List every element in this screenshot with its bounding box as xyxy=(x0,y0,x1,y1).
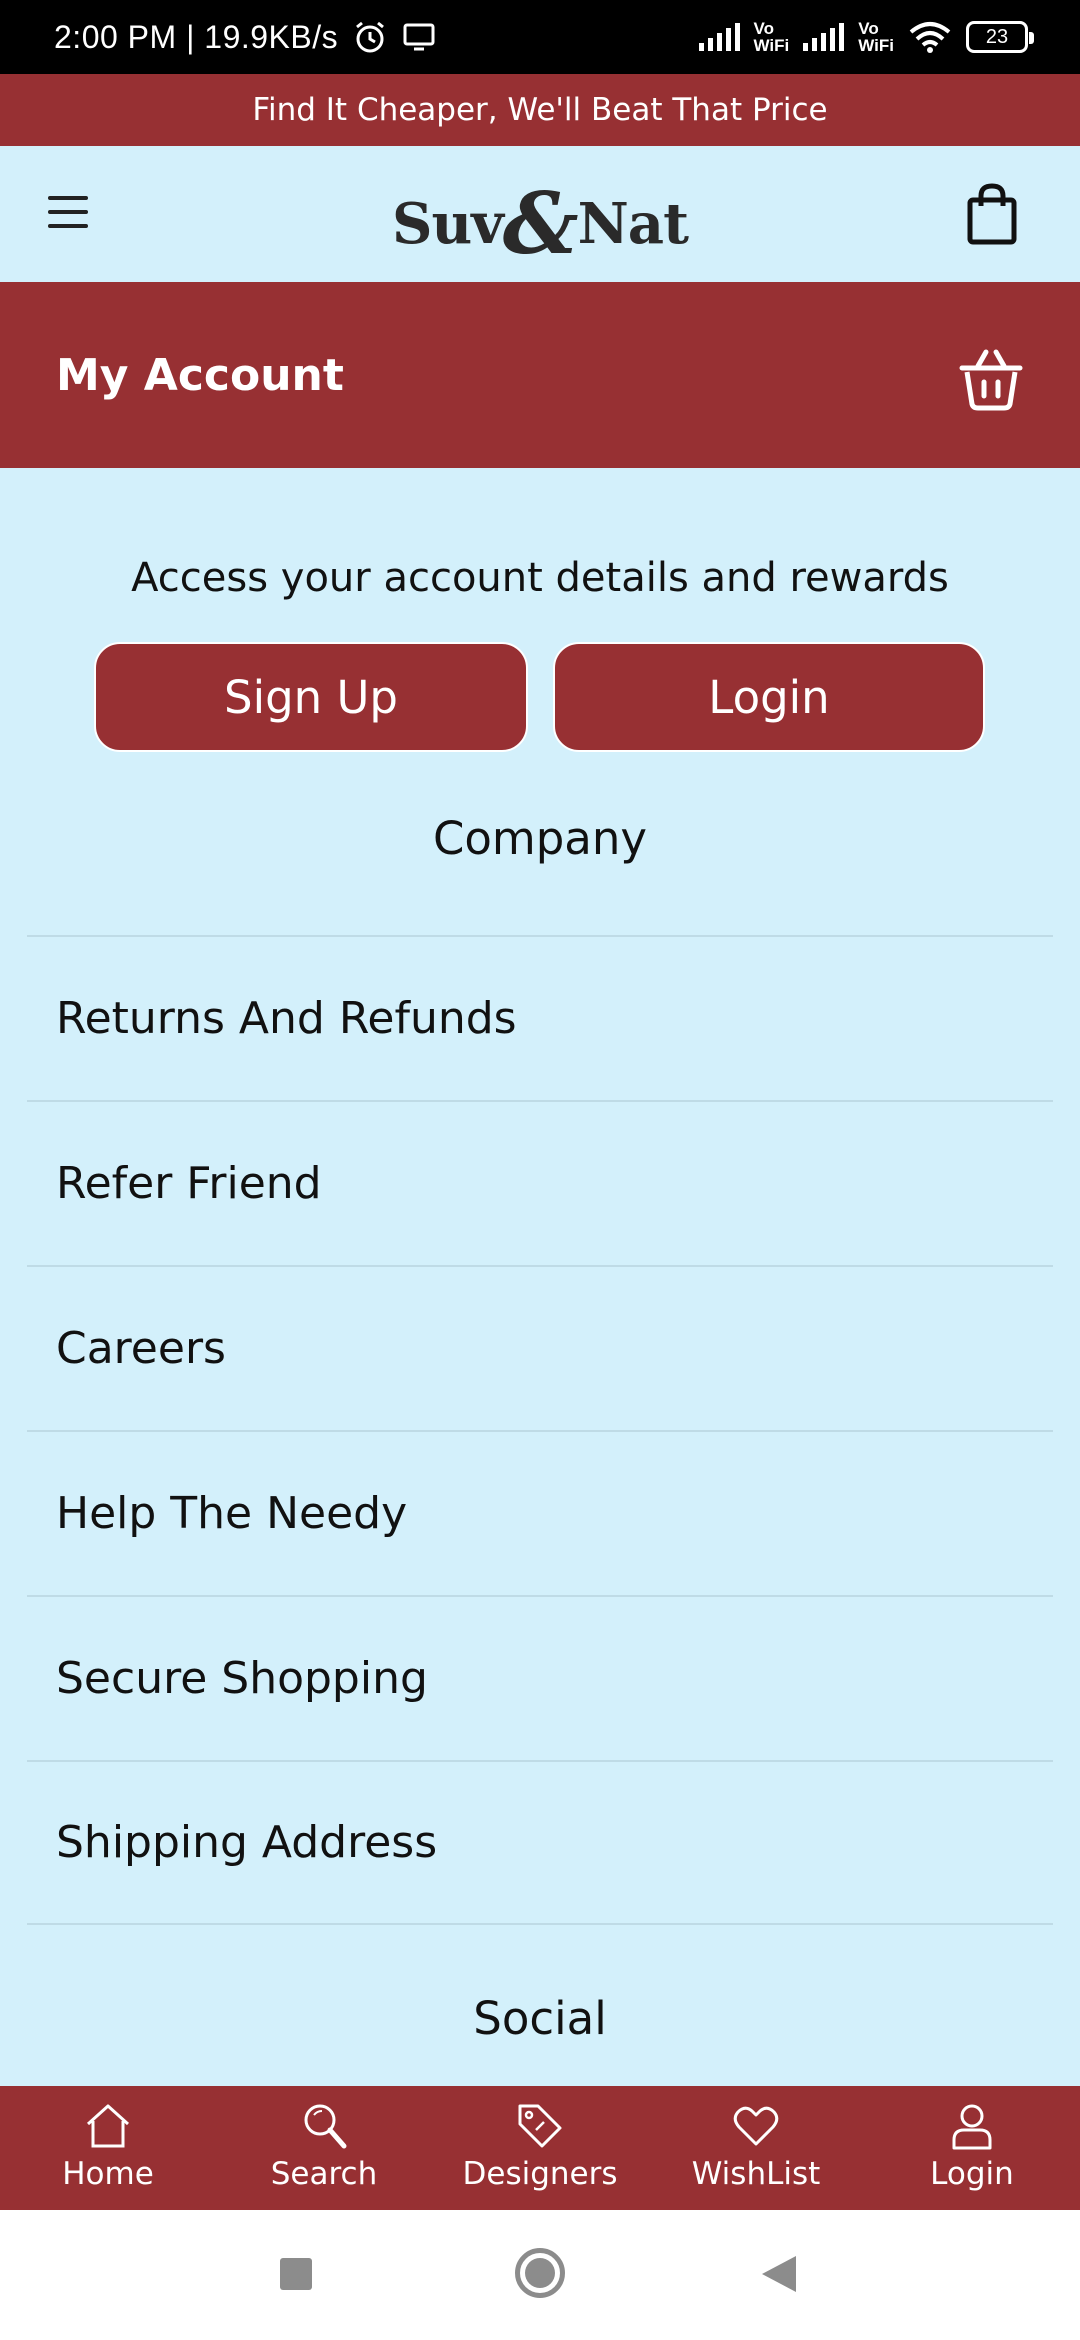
login-button[interactable]: Login xyxy=(553,642,985,752)
signal-icon xyxy=(803,23,845,51)
nav-designers[interactable]: Designers xyxy=(432,2086,648,2210)
access-text: Access your account details and rewards xyxy=(131,555,949,601)
link-refer-friend[interactable]: Refer Friend xyxy=(27,1100,1053,1265)
status-time: 2:00 PM | 19.9KB/s xyxy=(54,18,339,55)
nav-login[interactable]: Login xyxy=(864,2086,1080,2210)
recents-button-icon[interactable] xyxy=(280,2258,312,2290)
link-shipping-address[interactable]: Shipping Address xyxy=(27,1760,1053,1925)
bottom-nav: Home Search Designers WishList Login xyxy=(0,2086,1080,2210)
company-heading: Company xyxy=(432,812,648,865)
heart-icon xyxy=(733,2106,779,2146)
nav-label: Designers xyxy=(462,2156,618,2192)
system-nav-bar xyxy=(0,2210,1080,2340)
battery-icon: 23 xyxy=(966,21,1034,53)
alarm-icon xyxy=(356,21,385,53)
header: Suv&Nat xyxy=(0,146,1080,282)
link-help-the-needy[interactable]: Help The Needy xyxy=(27,1430,1053,1595)
status-right: Vo WiFi Vo WiFi 23 xyxy=(698,19,1034,55)
signal-icon xyxy=(698,23,740,51)
my-account-title: My Account xyxy=(56,350,344,401)
nav-label: Search xyxy=(270,2156,378,2192)
vowifi-label: Vo WiFi xyxy=(858,19,894,55)
link-secure-shopping[interactable]: Secure Shopping xyxy=(27,1595,1053,1760)
home-button-icon[interactable] xyxy=(515,2248,565,2298)
link-careers[interactable]: Careers xyxy=(27,1265,1053,1430)
company-links: Returns And Refunds Refer Friend Careers… xyxy=(27,935,1053,1925)
nav-label: WishList xyxy=(691,2156,821,2192)
nav-wishlist[interactable]: WishList xyxy=(648,2086,864,2210)
status-left: 2:00 PM | 19.9KB/s xyxy=(54,19,436,56)
nav-label: Home xyxy=(62,2156,154,2192)
social-heading: Social xyxy=(473,1992,607,2045)
screen-icon xyxy=(403,23,435,51)
nav-label: Login xyxy=(930,2156,1014,2192)
promo-banner[interactable]: Find It Cheaper, We'll Beat That Price xyxy=(0,74,1080,146)
link-returns-and-refunds[interactable]: Returns And Refunds xyxy=(27,935,1053,1100)
home-icon xyxy=(86,2104,130,2148)
nav-search[interactable]: Search xyxy=(216,2086,432,2210)
back-button-icon[interactable] xyxy=(762,2256,796,2292)
status-bar: 2:00 PM | 19.9KB/s Vo WiFi Vo WiFi 23 xyxy=(0,0,1080,74)
basket-icon[interactable] xyxy=(956,346,1026,412)
sign-up-button[interactable]: Sign Up xyxy=(94,642,528,752)
my-account-bar: My Account xyxy=(0,282,1080,468)
nav-home[interactable]: Home xyxy=(0,2086,216,2210)
vowifi-label: Vo WiFi xyxy=(753,19,790,55)
shopping-bag-icon[interactable] xyxy=(962,182,1022,246)
wifi-icon xyxy=(909,22,951,53)
tag-icon xyxy=(518,2104,562,2148)
user-icon xyxy=(952,2104,992,2150)
logo[interactable]: Suv&Nat xyxy=(0,174,1080,273)
search-icon xyxy=(304,2104,347,2149)
